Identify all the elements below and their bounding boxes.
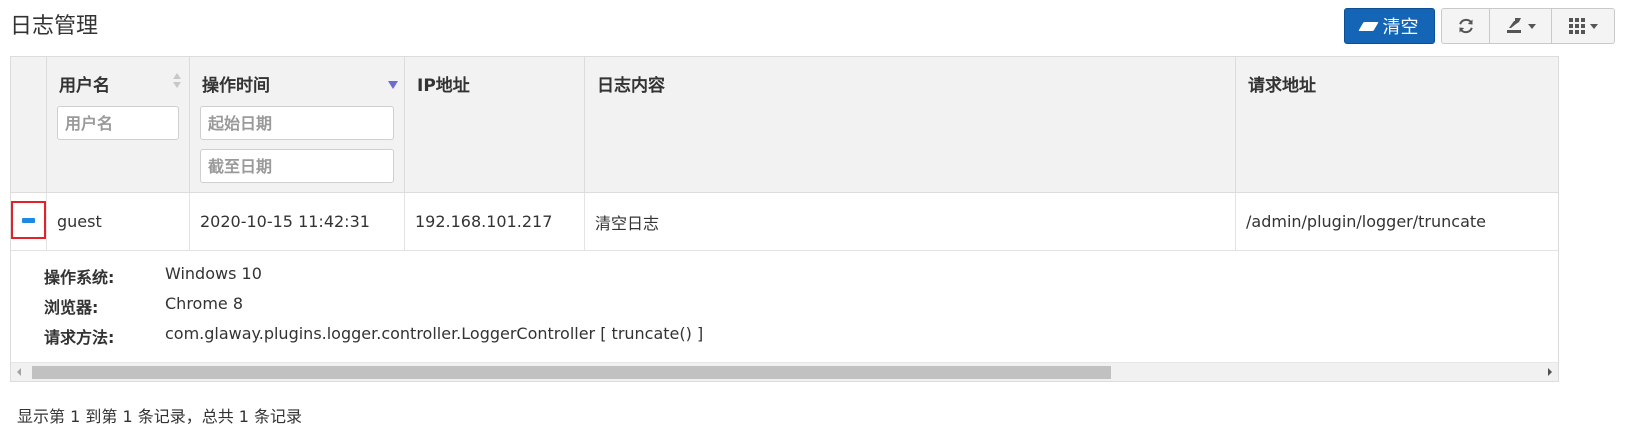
cell-url: /admin/plugin/logger/truncate bbox=[1246, 212, 1486, 231]
header-ip: IP地址 bbox=[405, 57, 585, 192]
detail-browser-label: 浏览器: bbox=[44, 298, 99, 317]
eraser-icon bbox=[1357, 21, 1379, 31]
header-url: 请求地址 bbox=[1236, 57, 1558, 192]
detail-os-value: Windows 10 bbox=[165, 264, 262, 283]
cell-time: 2020-10-15 11:42:31 bbox=[190, 193, 405, 250]
export-icon bbox=[1507, 18, 1521, 33]
username-filter-input[interactable] bbox=[57, 106, 179, 140]
log-table: 用户名 操作时间 IP地址 日志内容 请求地址 guest 2020-10-15… bbox=[10, 56, 1559, 382]
scroll-right-icon[interactable] bbox=[1548, 368, 1552, 376]
chevron-down-icon bbox=[1528, 23, 1536, 29]
horizontal-scrollbar[interactable] bbox=[11, 362, 1558, 381]
scroll-left-icon[interactable] bbox=[17, 368, 21, 376]
chevron-down-icon bbox=[1589, 23, 1598, 29]
header-ip-label: IP地址 bbox=[417, 76, 470, 96]
header-time-label: 操作时间 bbox=[202, 76, 270, 96]
header-content-label: 日志内容 bbox=[597, 76, 665, 96]
refresh-button[interactable] bbox=[1441, 8, 1490, 44]
table-toolbar bbox=[1441, 8, 1615, 44]
clear-button-label: 清空 bbox=[1382, 17, 1419, 38]
detail-method-value: com.glaway.plugins.logger.controller.Log… bbox=[165, 324, 704, 343]
header-time[interactable]: 操作时间 bbox=[190, 57, 405, 192]
export-button[interactable] bbox=[1490, 8, 1552, 44]
page-title: 日志管理 bbox=[10, 14, 99, 39]
cell-content: 清空日志 bbox=[585, 193, 1236, 250]
minus-icon bbox=[22, 217, 35, 223]
columns-grid-icon bbox=[1568, 18, 1585, 34]
refresh-icon bbox=[1458, 18, 1473, 34]
table-header: 用户名 操作时间 IP地址 日志内容 请求地址 bbox=[11, 57, 1558, 193]
sort-icon[interactable] bbox=[173, 73, 181, 91]
scrollbar-thumb[interactable] bbox=[32, 366, 1111, 379]
header-username[interactable]: 用户名 bbox=[47, 57, 190, 192]
collapse-detail-button[interactable] bbox=[11, 201, 46, 239]
header-url-label: 请求地址 bbox=[1248, 76, 1316, 96]
pagination-summary: 显示第 1 到第 1 条记录，总共 1 条记录 bbox=[17, 407, 303, 426]
cell-ip: 192.168.101.217 bbox=[405, 193, 585, 250]
sort-desc-icon[interactable] bbox=[388, 81, 398, 89]
detail-method-label: 请求方法: bbox=[44, 328, 115, 347]
row-detail: 操作系统: Windows 10 浏览器: Chrome 8 请求方法: com… bbox=[11, 251, 1558, 362]
table-row[interactable]: guest 2020-10-15 11:42:31 192.168.101.21… bbox=[11, 193, 1558, 251]
detail-os-label: 操作系统: bbox=[44, 268, 115, 287]
detail-browser-value: Chrome 8 bbox=[165, 294, 244, 313]
detail-toggle-cell bbox=[11, 193, 47, 250]
start-date-input[interactable] bbox=[200, 106, 394, 140]
header-content: 日志内容 bbox=[585, 57, 1236, 192]
columns-button[interactable] bbox=[1552, 8, 1615, 44]
header-detail-toggle bbox=[11, 57, 47, 192]
clear-button[interactable]: 清空 bbox=[1344, 8, 1435, 44]
cell-username: guest bbox=[47, 193, 190, 250]
header-username-label: 用户名 bbox=[59, 76, 110, 96]
end-date-input[interactable] bbox=[200, 149, 394, 183]
